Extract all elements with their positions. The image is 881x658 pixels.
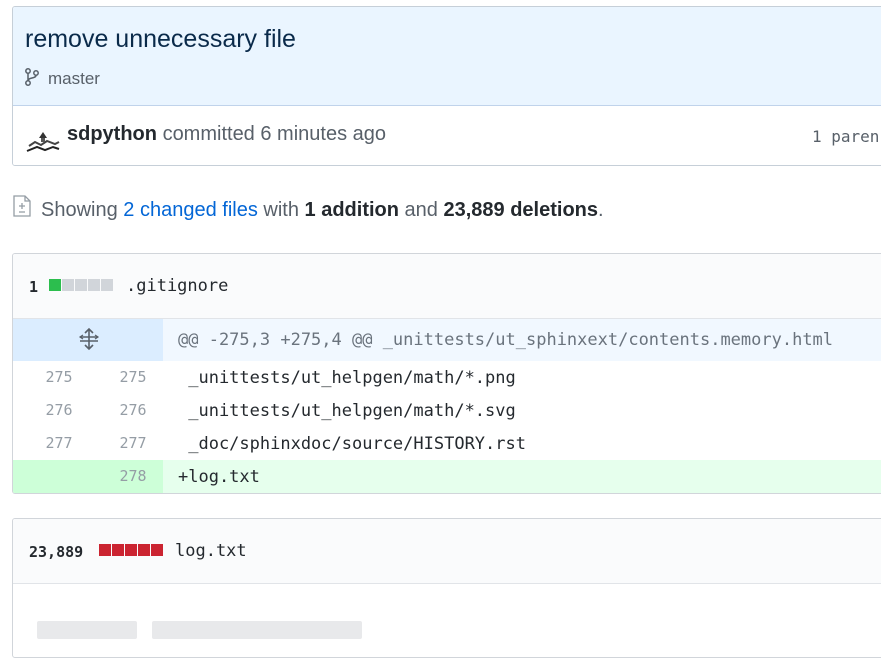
parent-info[interactable]: 1 paren [812,127,879,146]
summary-and: and [404,199,438,221]
file-stat-count: 23,889 [29,543,84,561]
file-name[interactable]: .gitignore [126,276,228,296]
diff-summary: Showing 2 changed files with 1 addition … [41,199,604,222]
file-header: 23,889 log.txt [13,519,881,584]
code-line: +log.txt [178,467,260,487]
diff-line: 275 275 _unittests/ut_helpgen/math/*.png [13,361,881,394]
expand-button[interactable] [13,319,163,361]
diffstat-bar [99,544,163,556]
file-name[interactable]: log.txt [175,541,247,561]
commit-action: committed [162,123,255,145]
hunk-header: @@ -275,3 +275,4 @@ _unittests/ut_sphinx… [178,330,834,350]
diffstat-block [99,544,111,556]
avatar[interactable] [25,120,61,156]
git-branch-icon [25,68,39,86]
new-line-number[interactable]: 276 [103,401,163,419]
diffstat-block [112,544,124,556]
diffstat-block [101,279,113,291]
commit-time: 6 minutes ago [260,123,387,145]
diffstat-block [125,544,137,556]
new-line-number[interactable]: 277 [103,434,163,452]
author-line: sdpython committed 6 minutes ago [67,123,386,146]
diffstat-block [138,544,150,556]
commit-header: remove unnecessary file master [13,7,881,106]
commit-meta: sdpython committed 6 minutes ago 1 paren [13,106,881,165]
diffstat-block [49,279,61,291]
summary-period: . [598,199,604,221]
unfold-icon[interactable] [77,327,101,351]
diffstat-block [151,544,163,556]
code-line: _unittests/ut_helpgen/math/*.png [178,368,516,388]
file-diff-gitignore: 1 .gitignore @@ -275,3 +275,4 @@ _unitte… [12,253,881,494]
code-line: _doc/sphinxdoc/source/HISTORY.rst [178,434,526,454]
changed-files-link[interactable]: 2 changed files [123,199,258,221]
loading-placeholder [37,621,137,639]
file-diff-icon [13,195,31,217]
diffstat-block [88,279,100,291]
loading-placeholder [152,621,362,639]
diff-line: 276 276 _unittests/ut_helpgen/math/*.svg [13,394,881,427]
code-line: _unittests/ut_helpgen/math/*.svg [178,401,516,421]
diffstat-bar [49,279,113,291]
summary-prefix: Showing [41,199,118,221]
commit-box: remove unnecessary file master sdpython … [12,6,881,166]
new-line-number[interactable]: 275 [103,368,163,386]
diff-line: 277 277 _doc/sphinxdoc/source/HISTORY.rs… [13,427,881,460]
hunk-header-row: @@ -275,3 +275,4 @@ _unittests/ut_sphinx… [13,319,881,361]
file-diff-log-txt: 23,889 log.txt [12,518,881,658]
deletions-count: 23,889 deletions [443,199,599,221]
diff-line-addition: 278 +log.txt [13,460,881,493]
diffstat-block [75,279,87,291]
branch-name[interactable]: master [48,69,100,89]
diffstat-block [62,279,74,291]
additions-count: 1 addition [304,199,399,221]
file-header: 1 .gitignore [13,254,881,319]
file-stat-count: 1 [29,278,39,296]
new-line-number[interactable]: 278 [103,467,163,485]
commit-title: remove unnecessary file [25,25,296,53]
old-line-number[interactable]: 276 [29,401,89,419]
old-line-number[interactable]: 275 [29,368,89,386]
summary-with: with [263,199,299,221]
old-line-number[interactable]: 277 [29,434,89,452]
author-link[interactable]: sdpython [67,123,157,145]
